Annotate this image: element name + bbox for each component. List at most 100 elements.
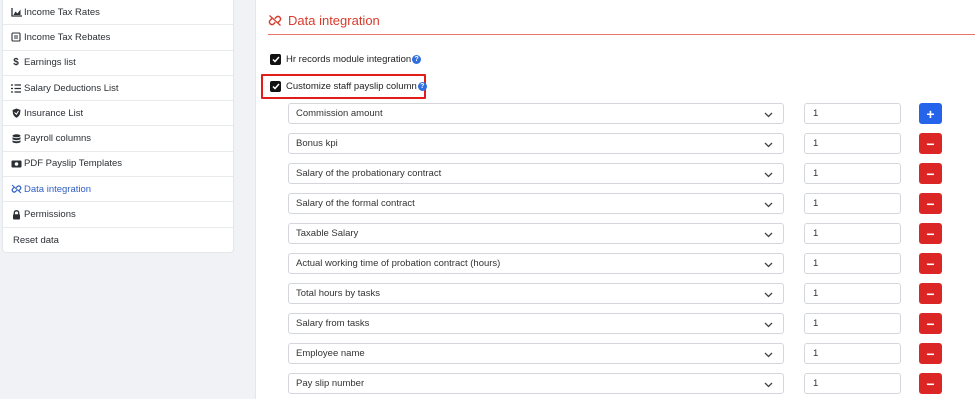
- remove-row-button[interactable]: −: [919, 283, 942, 304]
- customize-payslip-row: Customize staff payslip column ?: [270, 81, 427, 92]
- sidebar-item-reset-data[interactable]: Reset data: [3, 228, 233, 253]
- column-order-input[interactable]: 1: [804, 163, 901, 184]
- payslip-column-row: Employee name 1 −: [288, 343, 943, 364]
- remove-row-button[interactable]: −: [919, 223, 942, 244]
- sidebar-item-payroll-columns[interactable]: Payroll columns: [3, 126, 233, 152]
- remove-row-button[interactable]: −: [919, 253, 942, 274]
- column-select[interactable]: Pay slip number: [288, 373, 784, 394]
- column-order-value: 1: [813, 168, 819, 179]
- column-select-value: Commission amount: [296, 108, 383, 119]
- column-order-value: 1: [813, 318, 819, 329]
- sidebar-item-data-integration[interactable]: Data integration: [3, 177, 233, 203]
- chevron-down-icon: [764, 200, 773, 211]
- unlink-icon: [268, 14, 282, 27]
- column-select-value: Salary from tasks: [296, 318, 370, 329]
- settings-sidebar: Income Tax Rates Income Tax Rebates $ Ea…: [2, 0, 234, 253]
- column-order-input[interactable]: 1: [804, 343, 901, 364]
- column-select-value: Taxable Salary: [296, 228, 359, 239]
- column-order-input[interactable]: 1: [804, 253, 901, 274]
- help-icon[interactable]: ?: [417, 82, 427, 91]
- column-select[interactable]: Taxable Salary: [288, 223, 784, 244]
- column-select[interactable]: Employee name: [288, 343, 784, 364]
- page-title-text: Data integration: [288, 13, 380, 28]
- sidebar-item-permissions[interactable]: Permissions: [3, 202, 233, 228]
- chevron-down-icon: [764, 170, 773, 181]
- column-order-value: 1: [813, 348, 819, 359]
- payslip-column-row: Bonus kpi 1 −: [288, 133, 943, 154]
- chart-area-icon: [10, 7, 22, 17]
- sidebar-item-label: Income Tax Rates: [24, 6, 100, 18]
- column-select[interactable]: Bonus kpi: [288, 133, 784, 154]
- money-bill-icon: [10, 159, 22, 169]
- unlink-icon: [10, 184, 22, 194]
- payslip-column-row: Salary of the formal contract 1 −: [288, 193, 943, 214]
- column-order-value: 1: [813, 378, 819, 389]
- payslip-column-row: Salary from tasks 1 −: [288, 313, 943, 334]
- sidebar-item-label: Data integration: [24, 183, 92, 195]
- remove-row-button[interactable]: −: [919, 163, 942, 184]
- column-select-value: Bonus kpi: [296, 138, 338, 149]
- column-order-input[interactable]: 1: [804, 223, 901, 244]
- column-order-input[interactable]: 1: [804, 103, 901, 124]
- help-icon[interactable]: ?: [412, 55, 422, 64]
- sidebar-item-income-tax-rebates[interactable]: Income Tax Rebates: [3, 25, 233, 51]
- column-select-value: Pay slip number: [296, 378, 365, 389]
- remove-row-button[interactable]: −: [919, 313, 942, 334]
- column-order-input[interactable]: 1: [804, 373, 901, 394]
- add-row-button[interactable]: +: [919, 103, 942, 124]
- column-order-value: 1: [813, 198, 819, 209]
- customize-payslip-checkbox[interactable]: [270, 81, 281, 92]
- remove-row-button[interactable]: −: [919, 133, 942, 154]
- title-divider: [268, 34, 975, 35]
- remove-row-button[interactable]: −: [919, 373, 942, 394]
- sidebar-item-insurance-list[interactable]: Insurance List: [3, 101, 233, 127]
- sidebar-item-earnings-list[interactable]: $ Earnings list: [3, 51, 233, 76]
- column-order-input[interactable]: 1: [804, 313, 901, 334]
- column-select-value: Employee name: [296, 348, 365, 359]
- column-select[interactable]: Total hours by tasks: [288, 283, 784, 304]
- sidebar-item-label: Reset data: [13, 234, 59, 246]
- list-icon: [10, 83, 22, 93]
- column-select[interactable]: Salary from tasks: [288, 313, 784, 334]
- payslip-column-row: Total hours by tasks 1 −: [288, 283, 943, 304]
- lock-icon: [10, 209, 22, 220]
- page-title: Data integration: [268, 13, 380, 28]
- column-order-input[interactable]: 1: [804, 193, 901, 214]
- column-order-value: 1: [813, 288, 819, 299]
- sidebar-item-label: PDF Payslip Templates: [24, 158, 123, 170]
- column-select[interactable]: Salary of the probationary contract: [288, 163, 784, 184]
- column-select-value: Actual working time of probation contrac…: [296, 258, 501, 269]
- sidebar-item-label: Permissions: [24, 209, 76, 221]
- chevron-down-icon: [764, 290, 773, 301]
- sidebar-item-label: Salary Deductions List: [24, 82, 119, 94]
- sidebar-item-pdf-payslip-templates[interactable]: PDF Payslip Templates: [3, 152, 233, 178]
- column-order-input[interactable]: 1: [804, 283, 901, 304]
- sidebar-item-income-tax-rates[interactable]: Income Tax Rates: [3, 0, 233, 26]
- chevron-down-icon: [764, 110, 773, 121]
- sidebar-item-label: Income Tax Rebates: [24, 31, 111, 43]
- column-select[interactable]: Salary of the formal contract: [288, 193, 784, 214]
- column-order-value: 1: [813, 228, 819, 239]
- sidebar-item-label: Earnings list: [24, 57, 76, 69]
- hr-integration-checkbox[interactable]: [270, 54, 281, 65]
- receipt-icon: [10, 32, 22, 42]
- column-select[interactable]: Actual working time of probation contrac…: [288, 253, 784, 274]
- column-select-value: Salary of the formal contract: [296, 198, 415, 209]
- data-integration-panel: Data integration Hr records module integ…: [255, 0, 975, 399]
- payslip-column-row: Actual working time of probation contrac…: [288, 253, 943, 274]
- column-order-value: 1: [813, 108, 819, 119]
- column-select-value: Total hours by tasks: [296, 288, 380, 299]
- sidebar-item-salary-deductions-list[interactable]: Salary Deductions List: [3, 76, 233, 102]
- remove-row-button[interactable]: −: [919, 193, 942, 214]
- column-order-value: 1: [813, 138, 819, 149]
- remove-row-button[interactable]: −: [919, 343, 942, 364]
- sidebar-item-label: Payroll columns: [24, 133, 92, 145]
- hr-integration-row: Hr records module integration ?: [270, 54, 422, 65]
- column-select[interactable]: Commission amount: [288, 103, 784, 124]
- chevron-down-icon: [764, 260, 773, 271]
- payslip-column-row: Taxable Salary 1 −: [288, 223, 943, 244]
- database-icon: [10, 133, 22, 144]
- column-order-input[interactable]: 1: [804, 133, 901, 154]
- chevron-down-icon: [764, 230, 773, 241]
- column-order-value: 1: [813, 258, 819, 269]
